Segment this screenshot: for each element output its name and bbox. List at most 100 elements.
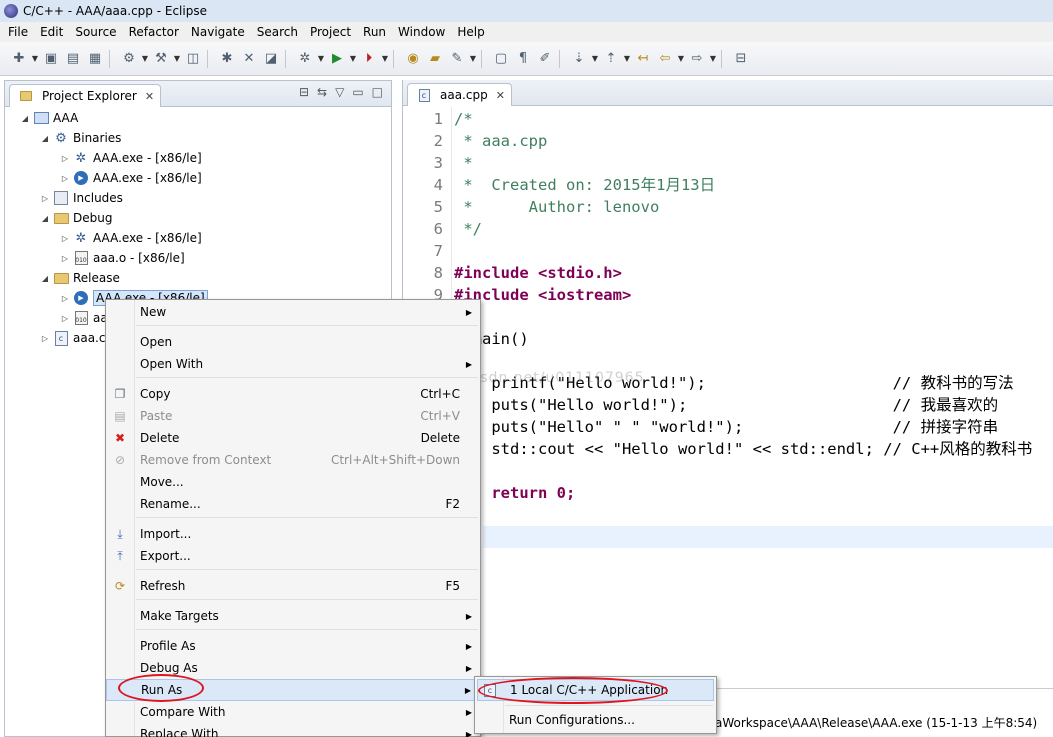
back-dropdown-icon[interactable]: ▼ (676, 48, 686, 70)
build-dropdown-icon[interactable]: ▼ (172, 48, 182, 70)
debug-icon[interactable]: ✱ (216, 48, 238, 70)
menu-item-delete[interactable]: ✖ Delete Delete (106, 427, 480, 449)
print-icon[interactable]: ▦ (84, 48, 106, 70)
tab-project-explorer[interactable]: Project Explorer ✕ (9, 84, 162, 107)
menu-navigate[interactable]: Navigate (185, 22, 251, 42)
menu-item-make-targets[interactable]: Make Targets ▶ (106, 605, 480, 627)
tree-item[interactable]: ◢ Release (39, 268, 120, 288)
menu-search[interactable]: Search (251, 22, 304, 42)
external-tools-icon[interactable]: ⏵ (358, 48, 380, 70)
menu-window[interactable]: Window (392, 22, 451, 42)
last-edit-icon[interactable]: ↤ (632, 48, 654, 70)
new-file-icon[interactable]: ◪ (260, 48, 282, 70)
debug-launch-dropdown-icon[interactable]: ▼ (316, 48, 326, 70)
back-icon[interactable]: ⇦ (654, 48, 676, 70)
includes-icon (53, 190, 69, 206)
project-explorer-icon (18, 88, 34, 104)
minimize-icon[interactable]: ▭ (352, 85, 363, 99)
tree-item[interactable]: ▷ ✲ AAA.exe - [x86/le] (59, 148, 202, 168)
save-icon[interactable]: ▣ (40, 48, 62, 70)
external-tools-dropdown-icon[interactable]: ▼ (380, 48, 390, 70)
search-icon[interactable]: ✎ (446, 48, 468, 70)
view-menu-icon[interactable]: ▽ (335, 85, 344, 99)
collapsed-arrow-icon[interactable]: ▷ (39, 194, 51, 203)
link-with-editor-icon[interactable]: ⇆ (317, 85, 327, 99)
new-dropdown-icon[interactable]: ▼ (30, 48, 40, 70)
menu-item-refresh[interactable]: ⟳ Refresh F5 (106, 575, 480, 597)
menu-run[interactable]: Run (357, 22, 392, 42)
prev-annotation-dropdown-icon[interactable]: ▼ (622, 48, 632, 70)
expand-arrow-icon[interactable]: ◢ (19, 114, 31, 123)
build-config-icon[interactable]: ⚙ (118, 48, 140, 70)
tree-item[interactable]: ◢ Debug (39, 208, 113, 228)
menu-item-run-as[interactable]: Run As ▶ (106, 679, 480, 701)
tree-item[interactable]: ▷ ▶ AAA.exe - [x86/le] (59, 168, 202, 188)
collapsed-arrow-icon[interactable]: ▷ (59, 234, 71, 243)
menu-help[interactable]: Help (451, 22, 490, 42)
prev-annotation-icon[interactable]: ⇡ (600, 48, 622, 70)
forward-icon[interactable]: ⇨ (686, 48, 708, 70)
tree-item[interactable]: ▷ 010 aaa.o - [x86/le] (59, 248, 185, 268)
pen-icon[interactable]: ✐ (534, 48, 556, 70)
run-icon[interactable]: ▶ (326, 48, 348, 70)
menu-source[interactable]: Source (69, 22, 122, 42)
menu-item-replace-with[interactable]: Replace With ▶ (106, 723, 480, 737)
binary-icon[interactable]: ◫ (182, 48, 204, 70)
menu-item-local-cpp-application[interactable]: c 1 Local C/C++ Application (477, 679, 714, 701)
menu-item-run-configurations[interactable]: Run Configurations... (477, 709, 714, 731)
run-dropdown-icon[interactable]: ▼ (348, 48, 358, 70)
tree-item[interactable]: ▷ Includes (39, 188, 123, 208)
menu-item-open-with[interactable]: Open With ▶ (106, 353, 480, 375)
tree-item[interactable]: ▷ c aaa.c (39, 328, 105, 348)
collapsed-arrow-icon[interactable]: ▷ (59, 294, 71, 303)
menu-file[interactable]: File (2, 22, 34, 42)
submenu-arrow-icon: ▶ (465, 663, 472, 673)
collapse-all-icon[interactable]: ⊟ (299, 85, 309, 99)
menu-edit[interactable]: Edit (34, 22, 69, 42)
menu-item-new[interactable]: New ▶ (106, 301, 480, 323)
build-icon[interactable]: ⚒ (150, 48, 172, 70)
toggle-mark-icon[interactable]: ▢ (490, 48, 512, 70)
close-icon[interactable]: ✕ (496, 89, 505, 102)
open-type-icon[interactable]: ◉ (402, 48, 424, 70)
tree-item[interactable]: ▷ 010 aa (59, 308, 108, 328)
pin-editor-icon[interactable]: ⊟ (730, 48, 752, 70)
maximize-icon[interactable]: □ (372, 85, 383, 99)
new-icon[interactable]: ✚ (8, 48, 30, 70)
forward-dropdown-icon[interactable]: ▼ (708, 48, 718, 70)
save-all-icon[interactable]: ▤ (62, 48, 84, 70)
menu-item-profile-as[interactable]: Profile As ▶ (106, 635, 480, 657)
menu-project[interactable]: Project (304, 22, 357, 42)
tree-item[interactable]: ◢ ⚙ Binaries (39, 128, 122, 148)
new-cpp-class-icon[interactable]: ✕ (238, 48, 260, 70)
collapsed-arrow-icon[interactable]: ▷ (59, 154, 71, 163)
menu-item-rename[interactable]: Rename... F2 (106, 493, 480, 515)
expand-arrow-icon[interactable]: ◢ (39, 214, 51, 223)
collapsed-arrow-icon[interactable]: ▷ (59, 314, 71, 323)
next-annotation-dropdown-icon[interactable]: ▼ (590, 48, 600, 70)
tree-item[interactable]: ▷ ✲ AAA.exe - [x86/le] (59, 228, 202, 248)
expand-arrow-icon[interactable]: ◢ (39, 274, 51, 283)
collapsed-arrow-icon[interactable]: ▷ (59, 174, 71, 183)
expand-arrow-icon[interactable]: ◢ (39, 134, 51, 143)
menu-refactor[interactable]: Refactor (123, 22, 185, 42)
collapsed-arrow-icon[interactable]: ▷ (39, 334, 51, 343)
menu-item-copy[interactable]: ❐ Copy Ctrl+C (106, 383, 480, 405)
build-config-dropdown-icon[interactable]: ▼ (140, 48, 150, 70)
toolbar-separator (207, 49, 213, 68)
collapsed-arrow-icon[interactable]: ▷ (59, 254, 71, 263)
search-dropdown-icon[interactable]: ▼ (468, 48, 478, 70)
menu-item-move[interactable]: Move... (106, 471, 480, 493)
menu-item-compare-with[interactable]: Compare With ▶ (106, 701, 480, 723)
next-annotation-icon[interactable]: ⇣ (568, 48, 590, 70)
debug-launch-icon[interactable]: ✲ (294, 48, 316, 70)
menu-item-import[interactable]: ⤓ Import... (106, 523, 480, 545)
open-folder-icon[interactable]: ▰ (424, 48, 446, 70)
tab-aaa-cpp[interactable]: c aaa.cpp ✕ (407, 83, 512, 106)
menu-item-export[interactable]: ⤒ Export... (106, 545, 480, 567)
menu-item-debug-as[interactable]: Debug As ▶ (106, 657, 480, 679)
menu-item-open[interactable]: Open (106, 331, 480, 353)
show-whitespace-icon[interactable]: ¶ (512, 48, 534, 70)
tree-item[interactable]: ◢ AAA (19, 108, 78, 128)
close-icon[interactable]: ✕ (145, 90, 154, 103)
